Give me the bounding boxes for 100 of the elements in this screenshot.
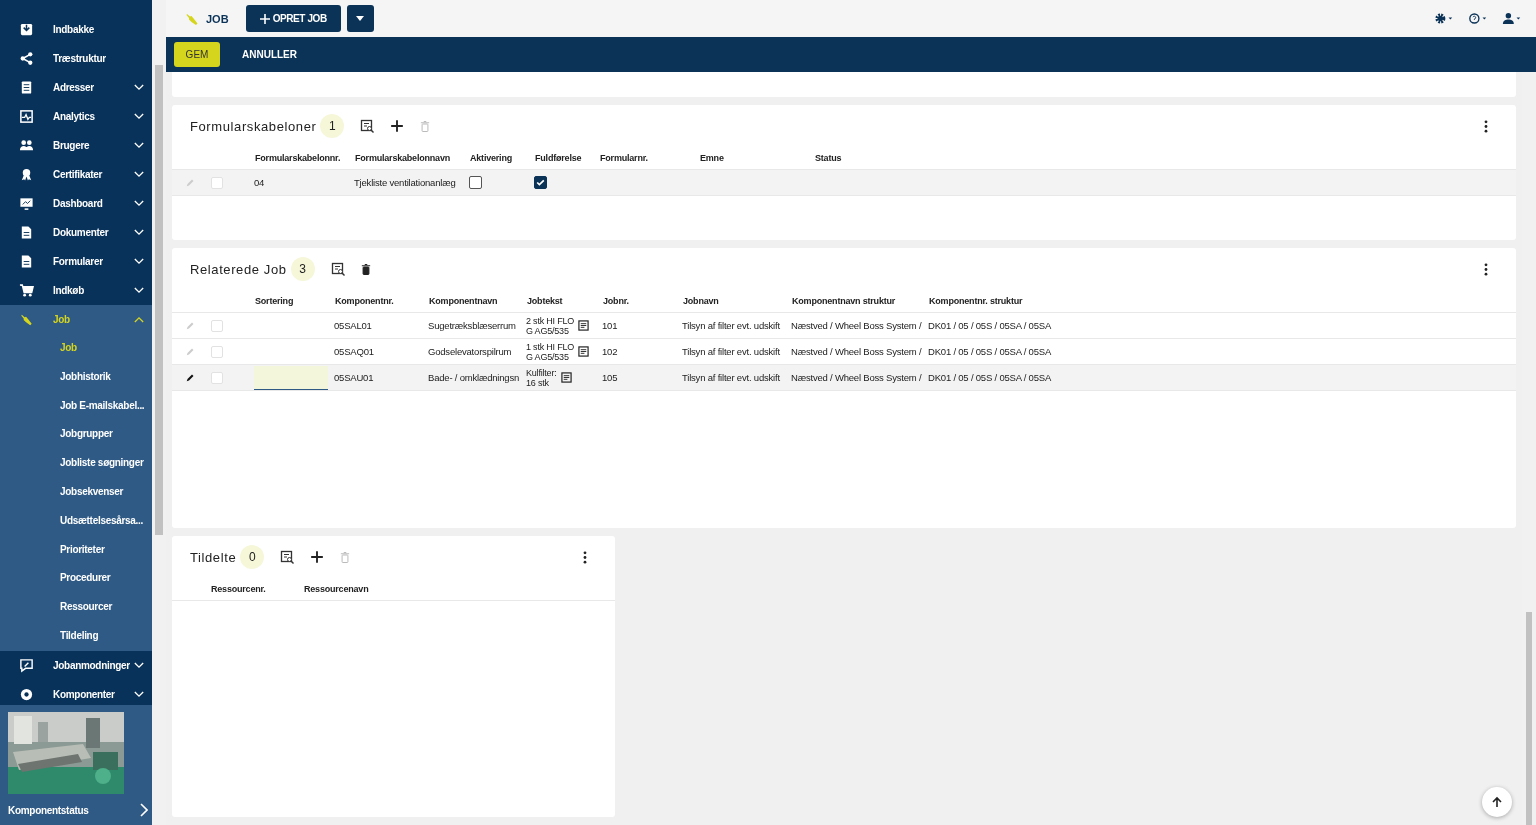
column-header[interactable]: Sortering bbox=[254, 296, 334, 306]
gear-icon bbox=[19, 686, 34, 702]
sidebar-item[interactable]: Indkøb bbox=[0, 276, 152, 305]
sidebar-item[interactable]: Brugere bbox=[0, 131, 152, 160]
save-button[interactable]: GEM bbox=[174, 42, 220, 67]
submenu-item[interactable]: Prioriteter bbox=[0, 535, 152, 565]
section-title: Formularskabeloner bbox=[190, 118, 317, 134]
chevron-icon bbox=[140, 803, 148, 817]
note-icon[interactable] bbox=[578, 320, 590, 331]
plus-icon[interactable] bbox=[310, 550, 325, 564]
sidebar-item[interactable]: Certifikater bbox=[0, 160, 152, 189]
scroll-top-button[interactable] bbox=[1482, 787, 1512, 817]
checkbox[interactable] bbox=[469, 176, 482, 189]
submenu-item[interactable]: Jobgrupper bbox=[0, 420, 152, 450]
trash-icon[interactable] bbox=[360, 262, 371, 276]
note-icon[interactable] bbox=[560, 372, 572, 383]
user-icon[interactable] bbox=[1502, 12, 1522, 25]
submenu-item[interactable]: Jobsekvenser bbox=[0, 478, 152, 507]
search-icon[interactable] bbox=[330, 262, 345, 276]
table-cell-text: Sugetræksblæserrum bbox=[428, 319, 517, 333]
section-title: Relaterede Job bbox=[190, 261, 287, 277]
chat-icon bbox=[19, 657, 34, 673]
column-header[interactable]: Jobnr. bbox=[602, 296, 682, 306]
table-cell-text: Næstved / Wheel Boss System / bbox=[791, 371, 923, 385]
dropdown-button[interactable] bbox=[346, 5, 374, 32]
pencil-icon[interactable] bbox=[186, 373, 195, 382]
column-header[interactable]: Formularnr. bbox=[599, 153, 699, 163]
table-row[interactable]: 04 Tjekliste ventilationanlæg bbox=[172, 170, 1516, 196]
chevron-icon bbox=[134, 287, 144, 294]
badge-icon bbox=[19, 167, 34, 182]
column-header[interactable]: Status bbox=[814, 153, 889, 163]
sidebar-item[interactable]: Dokumenter bbox=[0, 218, 152, 247]
sidebar-item[interactable]: Dashboard bbox=[0, 189, 152, 218]
column-header[interactable]: Aktivering bbox=[469, 153, 534, 163]
submenu-item[interactable]: Job E-mailskabel... bbox=[0, 391, 152, 421]
table-cell-text: DK01 / 05 / 05S / 05SA / 05SA bbox=[928, 345, 1053, 359]
submenu-item[interactable]: Job bbox=[0, 334, 152, 363]
chevron-icon bbox=[134, 661, 144, 669]
plus-icon bbox=[259, 13, 270, 24]
sidebar-item[interactable]: Jobanmodninger bbox=[0, 650, 152, 680]
submenu-item[interactable]: Jobhistorik bbox=[0, 362, 152, 392]
sidebar-item[interactable]: Komponenter bbox=[0, 679, 152, 705]
sidebar-item[interactable]: Analytics bbox=[0, 102, 152, 131]
sidebar-item[interactable]: Job bbox=[0, 305, 152, 334]
column-header[interactable]: Fuldførelse bbox=[534, 153, 599, 163]
cart-icon bbox=[19, 283, 34, 298]
plus-icon[interactable] bbox=[390, 119, 405, 133]
submenu-item[interactable]: Udsættelsesårsa... bbox=[0, 506, 152, 536]
column-header[interactable]: Formularskabelonnr. bbox=[254, 153, 354, 163]
help-icon[interactable] bbox=[1468, 12, 1488, 25]
sidebar-item[interactable]: Indbakke bbox=[0, 15, 152, 44]
more-icon[interactable] bbox=[1484, 262, 1488, 276]
inbox-icon bbox=[19, 22, 34, 37]
column-header[interactable]: Komponentnr. struktur bbox=[928, 296, 1056, 306]
submenu-item[interactable]: Jobliste søgninger bbox=[0, 449, 152, 478]
column-header[interactable]: Emne bbox=[699, 153, 814, 163]
note-icon[interactable] bbox=[578, 346, 590, 357]
column-header[interactable]: Komponentnavn bbox=[428, 296, 526, 306]
column-header[interactable]: Komponentnr. bbox=[334, 296, 428, 306]
submenu-item[interactable]: Tildeling bbox=[0, 621, 152, 651]
row-checkbox[interactable] bbox=[211, 345, 223, 358]
table-cell: Kulfilter: 16 stk bbox=[526, 367, 557, 388]
row-checkbox[interactable] bbox=[211, 176, 223, 189]
table-cell-text: 105 bbox=[602, 371, 619, 385]
settings-icon[interactable] bbox=[1434, 12, 1454, 25]
search-icon[interactable] bbox=[360, 119, 375, 133]
chevron-icon bbox=[134, 316, 144, 323]
column-header[interactable]: Ressourcenr. bbox=[210, 584, 303, 594]
page-title: JOB bbox=[206, 12, 229, 25]
scrollbar[interactable] bbox=[152, 0, 166, 825]
search-icon[interactable] bbox=[280, 550, 295, 564]
row-checkbox[interactable] bbox=[211, 319, 223, 332]
share-icon bbox=[19, 51, 34, 66]
chevron-icon bbox=[134, 229, 144, 236]
column-header[interactable]: Jobtekst bbox=[526, 296, 602, 306]
sidebar-item[interactable]: Formularer bbox=[0, 247, 152, 276]
chevron-icon bbox=[134, 142, 144, 149]
row-checkbox[interactable] bbox=[211, 371, 223, 384]
column-header[interactable]: Ressourcenavn bbox=[303, 584, 463, 594]
table-row[interactable]: 05SAL01 Sugetræksblæserrum 2 stk HI FLO G AG5/535 101 Tilsyn af filter evt. udskift Næstved / Wheel Boss System / DK01 / 05 / 05S / 05SA / 05SA bbox=[172, 313, 1516, 339]
submenu-item[interactable]: Procedurer bbox=[0, 564, 152, 594]
people-icon bbox=[19, 138, 34, 153]
more-icon[interactable] bbox=[583, 550, 587, 564]
table-cell-text: 101 bbox=[602, 319, 619, 333]
sidebar-item[interactable]: Adresser bbox=[0, 73, 152, 102]
column-header[interactable]: Komponentnavn struktur bbox=[791, 296, 928, 306]
chevron-icon bbox=[134, 200, 144, 207]
sidebar-item[interactable]: Træstruktur bbox=[0, 44, 152, 73]
table-cell-text: Tilsyn af filter evt. udskift bbox=[682, 319, 781, 333]
sort-input-field[interactable] bbox=[254, 365, 328, 390]
submenu-item[interactable]: Ressourcer bbox=[0, 593, 152, 622]
table-cell-text: Næstved / Wheel Boss System / bbox=[791, 345, 923, 359]
column-header[interactable]: Formularskabelonnavn bbox=[354, 153, 469, 163]
more-icon[interactable] bbox=[1484, 119, 1488, 133]
column-header[interactable]: Jobnavn bbox=[682, 296, 791, 306]
cancel-button[interactable]: ANNULLER bbox=[236, 48, 303, 61]
chart-icon bbox=[19, 109, 34, 124]
create-job-button[interactable]: OPRET JOB bbox=[245, 5, 341, 32]
document-icon bbox=[19, 225, 34, 240]
checkbox[interactable] bbox=[534, 176, 547, 189]
